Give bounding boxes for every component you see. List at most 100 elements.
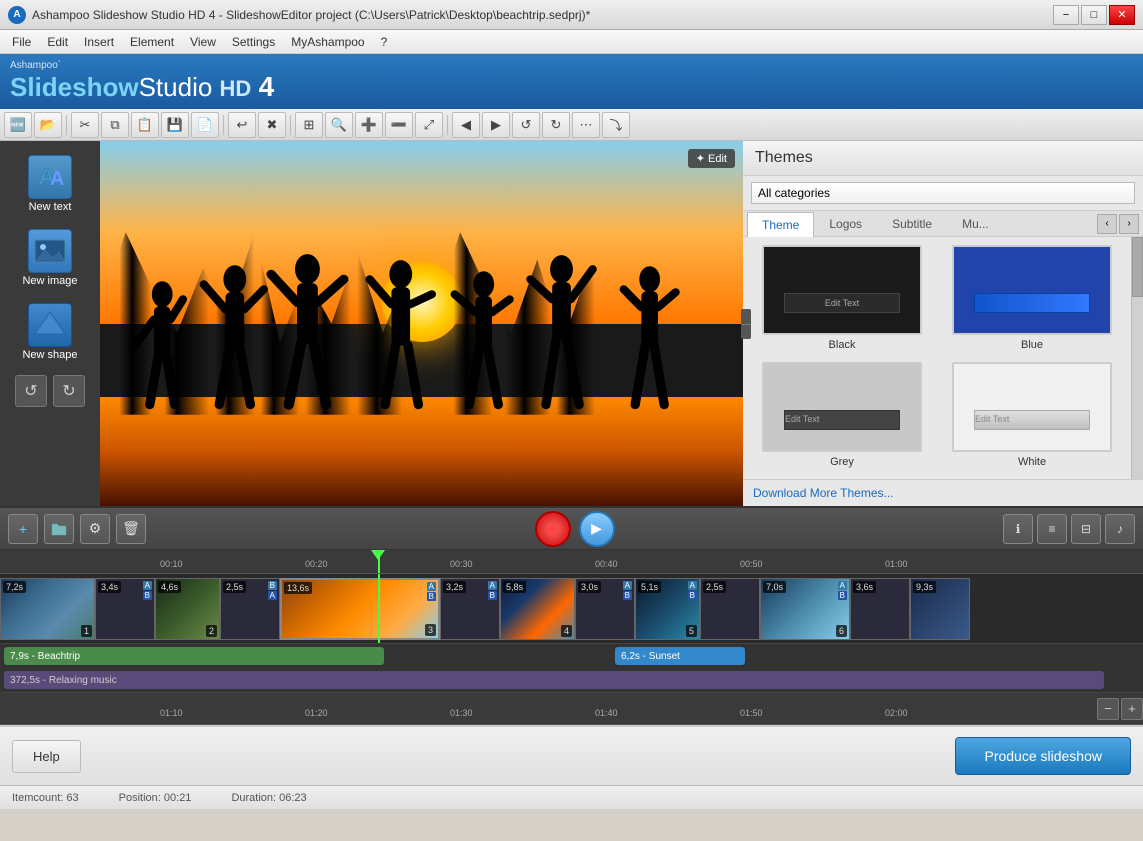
tb-next-btn[interactable]: ▶ [482,112,510,138]
clip-3[interactable]: 13,6s 3 A B [280,578,440,640]
ruler-mark-0030: 00:30 [450,559,473,569]
play-button[interactable]: ▶ [579,511,615,547]
tb-more1-btn[interactable]: ⋯ [572,112,600,138]
produce-button[interactable]: Produce slideshow [955,737,1131,775]
zoom-out-button[interactable]: − [1097,698,1119,720]
clip-7[interactable]: 9,3s [910,578,970,640]
timeline-settings-button[interactable]: ⚙ [80,514,110,544]
new-image-button[interactable]: New image [10,223,90,293]
tb-zoomout-btn[interactable]: ➖ [385,112,413,138]
themes-scroll-track[interactable] [1132,237,1143,479]
clip-trans-4[interactable]: A B 3,0s [575,578,635,640]
menu-element[interactable]: Element [122,33,182,51]
track-sunset[interactable]: 6,2s - Sunset [615,647,745,665]
track-beachtrip[interactable]: 7,9s - Beachtrip [4,647,384,665]
clip-trans-2[interactable]: B A 2,5s [220,578,280,640]
clip-trans-5[interactable]: 2,5s [700,578,760,640]
tb-delete-btn[interactable]: ✖ [258,112,286,138]
tb-zoomin-btn[interactable]: ➕ [355,112,383,138]
zoom-in-button[interactable]: + [1121,698,1143,720]
menu-edit[interactable]: Edit [39,33,76,51]
clip-3-num: 3 [425,624,436,636]
new-text-button[interactable]: A A New text [10,149,90,219]
tb-fit-btn[interactable]: ⤢ [415,112,443,138]
tb-undo-btn[interactable]: ↩ [228,112,256,138]
ruler2-mark-0200: 02:00 [885,708,908,718]
tb-open-btn[interactable]: 📂 [34,112,62,138]
clip-5[interactable]: 5,1s 5 A B [635,578,700,640]
audio-button[interactable]: ♪ [1105,514,1135,544]
rotate-left-button[interactable]: ↺ [15,375,47,407]
themes-prev-btn[interactable]: ‹ [1097,214,1117,234]
tb-new-btn[interactable]: 🆕 [4,112,32,138]
clip-trans-2-ab: B A [268,581,277,600]
edit-button[interactable]: ✦ Edit [688,149,735,168]
menu-insert[interactable]: Insert [76,33,122,51]
bottom-section: 00:10 00:20 00:30 00:40 00:50 01:00 7,2s… [0,550,1143,725]
grid-button[interactable]: ⊟ [1071,514,1101,544]
themes-content: Edit Text Black Blue Edit Tex [743,237,1143,479]
tb-rotate-ccw-btn[interactable]: ↺ [512,112,540,138]
clip-4[interactable]: 5,8s 4 [500,578,575,640]
tab-logos[interactable]: Logos [814,211,877,236]
window-controls: − □ ✕ [1053,5,1135,25]
theme-black[interactable]: Edit Text Black [751,245,933,354]
list-button[interactable]: ≡ [1037,514,1067,544]
tb-view2-btn[interactable]: 🔍 [325,112,353,138]
info-button[interactable]: ℹ [1003,514,1033,544]
theme-grey[interactable]: Edit Text Grey [751,362,933,471]
tb-more2-btn[interactable]: ⤵ [602,112,630,138]
new-shape-button[interactable]: New shape [10,297,90,367]
clip-trans-6[interactable]: 3,6s [850,578,910,640]
menu-myashampoo[interactable]: MyAshampoo [283,33,372,51]
tb-copy-btn[interactable]: ⧉ [101,112,129,138]
menu-help[interactable]: ? [373,33,396,51]
track-music[interactable]: 372,5s - Relaxing music [4,671,1104,689]
theme-white[interactable]: Edit Text White [941,362,1123,471]
new-text-icon: A A [28,155,72,199]
clip-trans-1[interactable]: A B 3,4s [95,578,155,640]
clip-1[interactable]: 7,2s 1 [0,578,95,640]
themes-next-btn[interactable]: › [1119,214,1139,234]
tb-cut-btn[interactable]: ✂ [71,112,99,138]
tb-save-btn[interactable]: 💾 [161,112,189,138]
timeline-add-button[interactable]: + [8,514,38,544]
ruler2-mark-0150: 01:50 [740,708,763,718]
tb-view1-btn[interactable]: ⊞ [295,112,323,138]
tb-paste-btn[interactable]: 📋 [131,112,159,138]
record-button[interactable] [535,511,571,547]
tb-rotate-cw-btn[interactable]: ↻ [542,112,570,138]
close-button[interactable]: ✕ [1109,5,1135,25]
help-button[interactable]: Help [12,740,81,773]
clip-6[interactable]: 7,0s 6 A B [760,578,850,640]
ruler2-mark-0110: 01:10 [160,708,183,718]
tab-theme[interactable]: Theme [747,212,814,237]
tb-prev-btn[interactable]: ◀ [452,112,480,138]
timeline-folder-button[interactable] [44,514,74,544]
tb-saveas-btn[interactable]: 📄 [191,112,219,138]
themes-scroll-thumb[interactable] [1132,237,1143,297]
timeline-ruler: 00:10 00:20 00:30 00:40 00:50 01:00 [0,550,1143,574]
tab-mu[interactable]: Mu... [947,211,1004,236]
categories-select[interactable]: All categories [751,182,1135,204]
clip-6-duration: 7,0s [763,581,786,593]
menu-file[interactable]: File [4,33,39,51]
tab-subtitle[interactable]: Subtitle [877,211,947,236]
themes-tabs: Theme Logos Subtitle Mu... ‹ › [743,211,1143,237]
play-rec-controls: ▶ [535,511,615,547]
minimize-button[interactable]: − [1053,5,1079,25]
maximize-button[interactable]: □ [1081,5,1107,25]
theme-blue[interactable]: Blue [941,245,1123,354]
download-themes-link[interactable]: Download More Themes... [743,479,1143,506]
preview-side-button[interactable]: ··· [741,309,751,339]
menu-settings[interactable]: Settings [224,33,283,51]
clip-2[interactable]: 4,6s 2 [155,578,220,640]
timeline-delete-button[interactable]: 🗑 [116,514,146,544]
rotate-right-button[interactable]: ↻ [53,375,85,407]
menu-view[interactable]: View [182,33,224,51]
clip-trans-3[interactable]: A B 3,2s [440,578,500,640]
tb-sep4 [447,115,448,135]
app-icon: A [8,6,26,24]
audio-tracks: 7,9s - Beachtrip 6,2s - Sunset 372,5s - … [0,644,1143,693]
theme-white-label: White [1018,456,1046,468]
